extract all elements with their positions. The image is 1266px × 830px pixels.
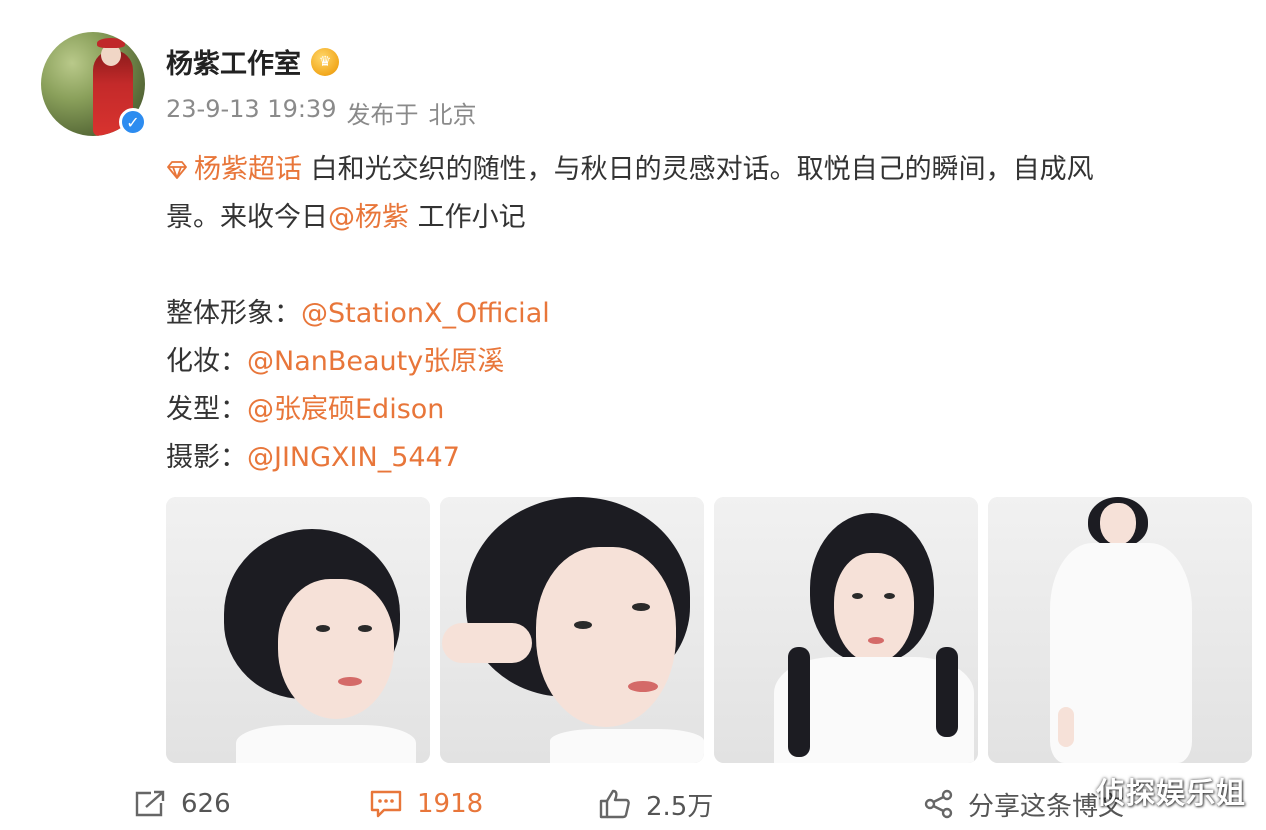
credit-row: 整体形象：@StationX_Official bbox=[166, 290, 1216, 338]
content-text-2: 景。来收今日 bbox=[166, 202, 328, 233]
author-name-row: 杨紫工作室 ♛ bbox=[166, 42, 339, 81]
post-location: 北京 bbox=[428, 101, 477, 129]
credit-label: 化妆： bbox=[166, 346, 247, 377]
mention-link[interactable]: @杨紫 bbox=[328, 202, 409, 233]
share-icon bbox=[924, 789, 953, 819]
share-button[interactable]: 分享这条博文 bbox=[924, 778, 1124, 830]
post-datetime[interactable]: 23-9-13 19:39 bbox=[166, 95, 336, 130]
content-line-1: 杨紫超话 白和光交织的随性，与秋日的灵感对话。取悦自己的瞬间，自成风 bbox=[166, 146, 1216, 194]
repost-icon bbox=[135, 790, 165, 817]
post-content: 杨紫超话 白和光交织的随性，与秋日的灵感对话。取悦自己的瞬间，自成风 景。来收今… bbox=[166, 146, 1216, 482]
repost-count: 626 bbox=[181, 789, 231, 819]
content-line-2: 景。来收今日@杨紫 工作小记 bbox=[166, 194, 1216, 242]
content-text-3: 工作小记 bbox=[409, 202, 526, 233]
photo-thumbnail-4[interactable] bbox=[988, 497, 1252, 763]
credit-row: 发型：@张宸硕Edison bbox=[166, 386, 1216, 434]
post-meta: 23-9-13 19:39 发布于 北京 bbox=[166, 95, 476, 130]
credit-label: 发型： bbox=[166, 394, 247, 425]
watermark-text: 侦探娱乐姐 bbox=[1095, 776, 1246, 810]
credit-row: 摄影：@JINGXIN_5447 bbox=[166, 434, 1216, 482]
vip-crown-icon[interactable]: ♛ bbox=[311, 47, 339, 76]
photo-thumbnail-2[interactable] bbox=[440, 497, 704, 763]
photo-thumbnail-3[interactable] bbox=[714, 497, 978, 763]
credit-handle[interactable]: @NanBeauty张原溪 bbox=[247, 346, 504, 377]
published-label: 发布于 bbox=[346, 101, 419, 129]
comment-button[interactable]: 1918 bbox=[369, 778, 483, 830]
credit-handle[interactable]: @StationX_Official bbox=[301, 298, 550, 329]
like-count: 2.5万 bbox=[646, 791, 714, 822]
credit-label: 摄影： bbox=[166, 442, 247, 473]
comment-icon bbox=[370, 790, 402, 818]
thumbs-up-icon bbox=[599, 789, 630, 819]
photo-thumbnail-1[interactable] bbox=[166, 497, 430, 763]
author-avatar[interactable]: ✓ bbox=[41, 32, 147, 136]
credit-label: 整体形象： bbox=[166, 298, 301, 329]
verified-badge-icon: ✓ bbox=[119, 108, 147, 136]
credit-handle[interactable]: @JINGXIN_5447 bbox=[247, 442, 460, 473]
author-name[interactable]: 杨紫工作室 bbox=[166, 42, 301, 81]
super-topic-diamond-icon bbox=[167, 161, 187, 179]
credit-row: 化妆：@NanBeauty张原溪 bbox=[166, 338, 1216, 386]
repost-button[interactable]: 626 bbox=[133, 778, 231, 830]
action-bar: 626 1918 2.5万 分享这条博文 bbox=[0, 778, 1266, 830]
photo-grid bbox=[166, 497, 1252, 763]
content-text-1: 白和光交织的随性，与秋日的灵感对话。取悦自己的瞬间，自成风 bbox=[310, 154, 1094, 185]
like-button[interactable]: 2.5万 bbox=[598, 778, 713, 830]
credits-list: 整体形象：@StationX_Official 化妆：@NanBeauty张原溪… bbox=[166, 290, 1216, 482]
comment-count: 1918 bbox=[417, 789, 484, 819]
topic-label: 杨紫超话 bbox=[194, 154, 302, 185]
credit-handle[interactable]: @张宸硕Edison bbox=[247, 394, 444, 425]
topic-link[interactable]: 杨紫超话 bbox=[166, 154, 302, 185]
